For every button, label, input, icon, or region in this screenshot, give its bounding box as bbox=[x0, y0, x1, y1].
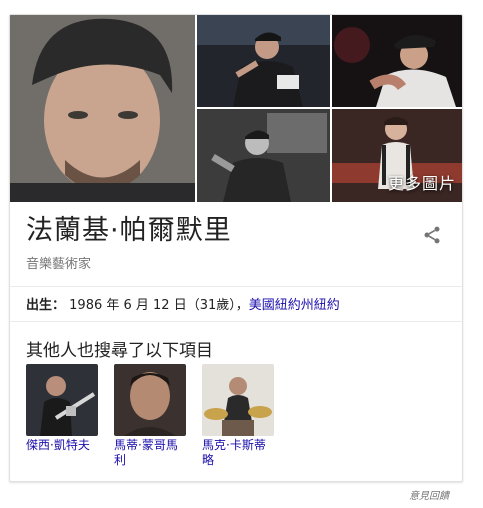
divider bbox=[10, 321, 462, 322]
entity-title: 法蘭基·帕爾默里 bbox=[26, 215, 232, 246]
feedback-link[interactable]: 意見回饋 bbox=[409, 487, 449, 502]
share-icon[interactable] bbox=[422, 225, 442, 245]
more-photos-link[interactable]: 更多圖片 bbox=[388, 170, 456, 194]
person-card[interactable]: 馬蒂·蒙哥馬利 bbox=[114, 364, 186, 468]
born-label: 出生： bbox=[26, 298, 66, 313]
title-block: 法蘭基·帕爾默里 音樂藝術家 bbox=[26, 214, 426, 272]
person-name[interactable]: 傑西·凱特夫 bbox=[26, 438, 98, 453]
divider bbox=[10, 286, 462, 287]
born-date: 1986 年 6 月 12 日（31歲） bbox=[69, 298, 236, 313]
born-row: 出生： 1986 年 6 月 12 日（31歲），美國紐約州紐約 bbox=[26, 294, 340, 313]
stage-photo-1[interactable] bbox=[197, 15, 330, 107]
entity-subtitle: 音樂藝術家 bbox=[26, 257, 92, 272]
person-card[interactable]: 馬克·卡斯蒂略 bbox=[202, 364, 274, 468]
born-separator: ， bbox=[235, 298, 249, 313]
people-also-search-heading: 其他人也搜尋了以下項目 bbox=[26, 341, 213, 361]
born-place-link[interactable]: 美國紐約州紐約 bbox=[249, 298, 340, 313]
stage-photo-2[interactable] bbox=[332, 15, 462, 107]
band-photo[interactable]: 更多圖片 bbox=[332, 109, 462, 202]
knowledge-panel: 更多圖片 法蘭基·帕爾默里 音樂藝術家 出生： 1986 年 6 月 12 日（… bbox=[9, 14, 463, 482]
people-also-search-list: 傑西·凱特夫 馬蒂·蒙哥馬利 馬克·卡斯蒂略 bbox=[26, 364, 274, 468]
person-name[interactable]: 馬蒂·蒙哥馬利 bbox=[114, 438, 186, 468]
stage-photo-3[interactable] bbox=[197, 109, 330, 202]
image-collage: 更多圖片 bbox=[10, 15, 462, 202]
person-name[interactable]: 馬克·卡斯蒂略 bbox=[202, 438, 274, 468]
person-thumbnail[interactable] bbox=[114, 364, 186, 436]
main-photo[interactable] bbox=[10, 15, 195, 202]
person-thumbnail[interactable] bbox=[26, 364, 98, 436]
person-card[interactable]: 傑西·凱特夫 bbox=[26, 364, 98, 468]
person-thumbnail[interactable] bbox=[202, 364, 274, 436]
